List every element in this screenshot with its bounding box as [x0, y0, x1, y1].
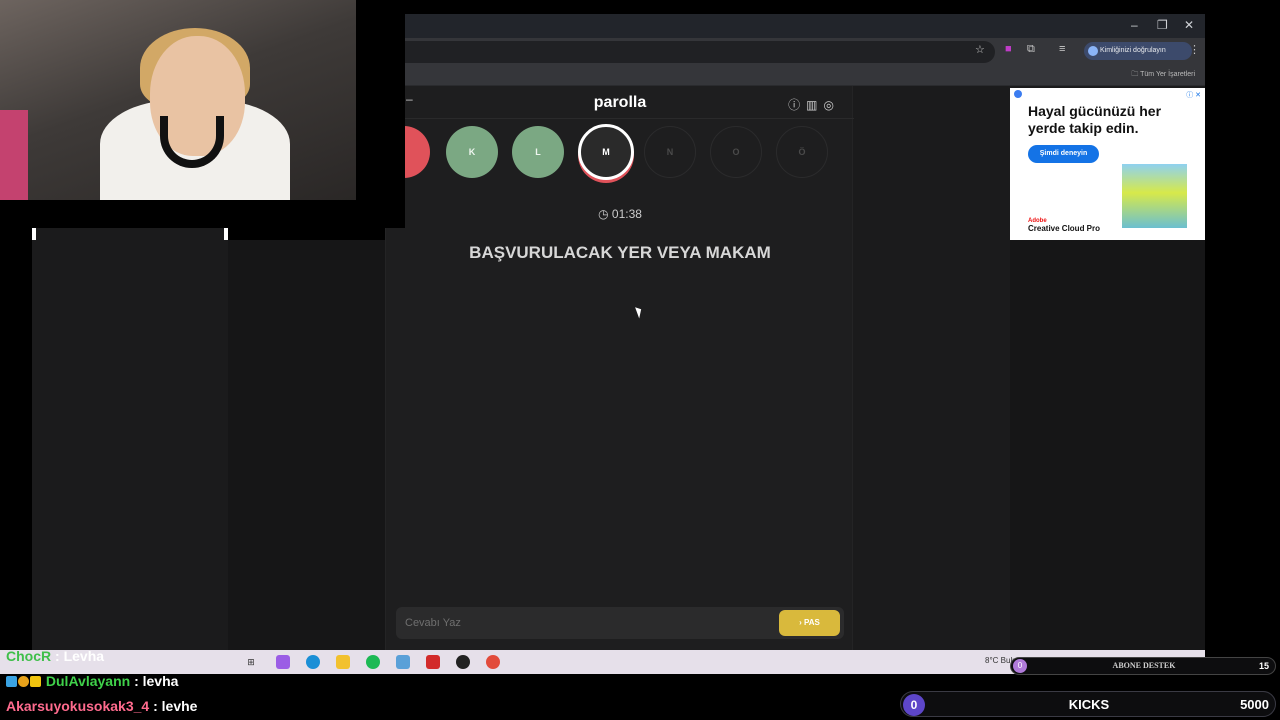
letter-circle-k[interactable]: K	[446, 126, 498, 178]
ad-badge-icon	[1014, 90, 1022, 98]
chat-line: Akarsuyokusokak3_4 : levhe	[6, 698, 198, 714]
timer: ◷ 01:38	[386, 207, 854, 221]
game-column: – parolla ⓘ▥◎ İ K L M N O Ö ◷ 01:38 BAŞV…	[378, 86, 854, 650]
spotify-icon[interactable]	[366, 655, 380, 669]
webcam-frame-bottom	[0, 200, 405, 228]
chat-message: levha	[142, 673, 179, 689]
browser-toolbar: ☆ ■ ⧉ ≡ Kimliğinizi doğrulayın ⋮	[405, 38, 1205, 64]
badge-icon	[18, 676, 29, 687]
letter-circle-n[interactable]: N	[644, 126, 696, 178]
sub-goal-bar: 0 ABONE DESTEK 15	[1010, 657, 1276, 675]
right-panel	[1010, 240, 1205, 650]
chrome-icon[interactable]	[486, 655, 500, 669]
file-explorer-icon[interactable]	[336, 655, 350, 669]
timer-value: 01:38	[611, 207, 642, 221]
letter-circle-l[interactable]: L	[512, 126, 564, 178]
bookmark-star-icon[interactable]: ☆	[975, 43, 985, 56]
info-icon[interactable]: ⓘ	[788, 98, 806, 112]
webcam-frame	[356, 0, 405, 228]
media-control-icon[interactable]: ≡	[1059, 43, 1065, 55]
chat-username: Akarsuyokusokak3_4	[6, 698, 150, 714]
address-bar[interactable]	[405, 41, 995, 63]
header-icons: ⓘ▥◎	[788, 96, 840, 113]
letter-circle-o-umlaut[interactable]: Ö	[776, 126, 828, 178]
ad-banner[interactable]: ⓘ ✕ Hayal gücünüzü her yerde takip edin.…	[1010, 88, 1205, 240]
maximize-button[interactable]: ❐	[1157, 18, 1168, 32]
chat-line: ChocR : Levha	[6, 648, 105, 664]
clock-icon: ◷	[598, 207, 609, 221]
close-button[interactable]: ✕	[1184, 18, 1194, 32]
signin-button[interactable]: Kimliğinizi doğrulayın	[1084, 42, 1192, 60]
kicks-label: KICKS	[1068, 697, 1110, 712]
question-text: BAŞVURULACAK YER VEYA MAKAM	[469, 243, 771, 262]
chat-line: DulAvlayann : levha	[6, 673, 178, 689]
chat-message: Levha	[63, 648, 105, 664]
letter-circle-o[interactable]: O	[710, 126, 762, 178]
extension-icon[interactable]: ■	[1005, 43, 1012, 55]
badge-icon	[30, 676, 41, 687]
app-icon[interactable]	[396, 655, 410, 669]
left-panel-strip	[32, 228, 228, 240]
signin-label: Kimliğinizi doğrulayın	[1100, 47, 1166, 54]
badge-icon	[6, 676, 17, 687]
chat-message: levhe	[161, 698, 198, 714]
obs-icon[interactable]	[456, 655, 470, 669]
kicks-count: 0	[903, 694, 925, 716]
sub-goal-label: ABONE DESTEK	[1112, 661, 1176, 670]
ad-brand: Adobe Creative Cloud Pro	[1028, 218, 1100, 233]
all-bookmarks-label: Tüm Yer İşaretleri	[1140, 71, 1195, 78]
sub-goal-target: 15	[1258, 661, 1269, 671]
minimize-button[interactable]: –	[1131, 18, 1138, 32]
chevron-right-icon: ›	[799, 618, 802, 627]
left-panel-secondary	[228, 240, 385, 650]
game-brand: parolla	[593, 94, 647, 111]
chat-username: ChocR	[6, 648, 52, 664]
task-view-icon[interactable]: ⊞	[244, 655, 258, 669]
all-bookmarks-button[interactable]: 🗀 Tüm Yer İşaretleri	[1131, 70, 1195, 81]
letter-circle-m-active[interactable]: M	[578, 124, 634, 180]
pass-button[interactable]: › PAS	[779, 610, 840, 636]
stats-icon[interactable]: ▥	[806, 98, 823, 112]
profile-icon	[1088, 46, 1098, 56]
profile-icon[interactable]: ◎	[824, 98, 840, 112]
left-panel	[32, 240, 228, 650]
kicks-goal-target: 5000	[1240, 697, 1269, 712]
kicks-goal-bar: KICKS 0 5000	[900, 691, 1276, 717]
header-divider	[386, 118, 854, 119]
weather-value: 8°C	[985, 656, 999, 665]
bookmarks-bar: 🗀 Tüm Yer İşaretleri	[405, 64, 1205, 86]
answer-input[interactable]	[396, 607, 766, 639]
media-app-icon[interactable]	[426, 655, 440, 669]
ad-artwork	[1122, 164, 1187, 228]
ad-info-icon[interactable]: ⓘ ✕	[1186, 90, 1201, 100]
browser-titlebar: – ❐ ✕	[405, 14, 1205, 38]
edge-icon[interactable]	[306, 655, 320, 669]
answer-bar: › PAS	[396, 607, 844, 639]
extensions-puzzle-icon[interactable]: ⧉	[1027, 43, 1035, 56]
pass-label: PAS	[804, 618, 820, 627]
wall-poster	[0, 110, 28, 200]
webcam-feed	[0, 0, 356, 200]
letter-wheel: İ K L M N O Ö	[378, 124, 854, 186]
ad-brand-name: Creative Cloud Pro	[1028, 224, 1101, 233]
ad-headline: Hayal gücünüzü her yerde takip edin.	[1028, 103, 1162, 136]
menu-kebab-icon[interactable]: ⋮	[1189, 43, 1200, 56]
chat-username: DulAvlayann	[45, 673, 131, 689]
ad-cta-button[interactable]: Şimdi deneyin	[1028, 145, 1099, 163]
copilot-icon[interactable]	[276, 655, 290, 669]
